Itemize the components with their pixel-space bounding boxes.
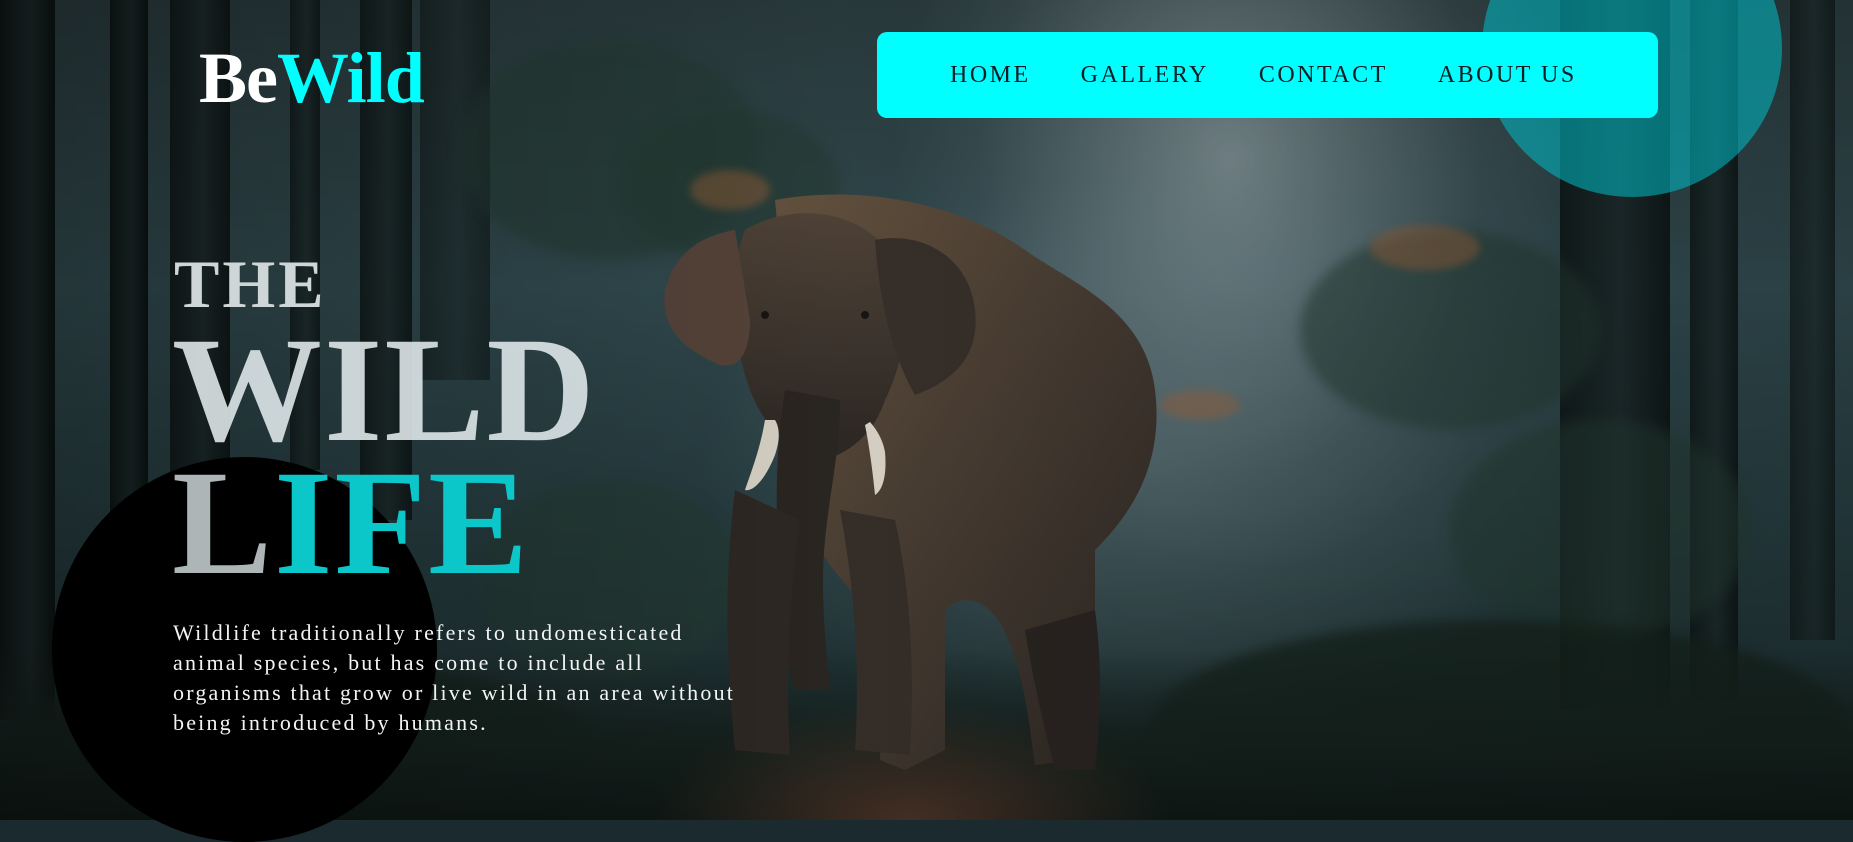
nav-link-gallery[interactable]: GALLERY <box>1081 62 1209 89</box>
hero-title-wild: WILD <box>172 307 597 473</box>
hero-description: Wildlife traditionally refers to undomes… <box>173 620 736 735</box>
nav-link-about-us[interactable]: ABOUT US <box>1438 62 1577 89</box>
logo-part-wild: Wild <box>276 38 425 118</box>
main-navigation: HOME GALLERY CONTACT ABOUT US <box>877 32 1658 118</box>
hero-title-life-l: L <box>172 440 275 606</box>
hero-title-life: LIFE <box>172 448 530 598</box>
hero-title-life-ife: IFE <box>274 440 531 606</box>
nav-link-contact[interactable]: CONTACT <box>1259 62 1388 89</box>
site-logo[interactable]: BeWild <box>199 28 425 128</box>
logo-part-be: Be <box>199 38 278 118</box>
nav-link-home[interactable]: HOME <box>950 62 1031 89</box>
